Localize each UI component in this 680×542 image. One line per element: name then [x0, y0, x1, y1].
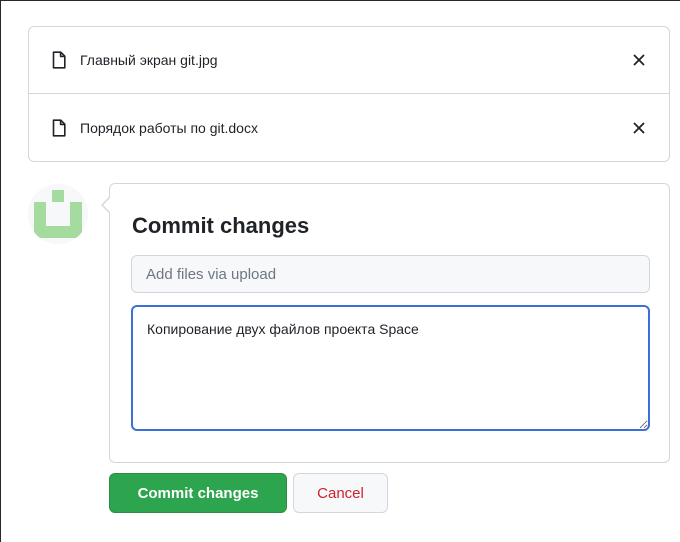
identicon-image [28, 184, 88, 244]
file-name: Главный экран git.jpg [80, 52, 218, 68]
file-row: Порядок работы по git.docx [29, 94, 669, 161]
close-icon[interactable] [631, 52, 647, 68]
commit-form: Commit changes Копирование двух файлов п… [101, 183, 670, 463]
file-icon [52, 51, 66, 69]
commit-summary-input[interactable] [131, 255, 650, 293]
file-row: Главный экран git.jpg [29, 27, 669, 94]
speech-caret-fill [103, 197, 111, 213]
commit-description-textarea[interactable]: Копирование двух файлов проекта Space [131, 305, 650, 431]
commit-title: Commit changes [132, 213, 310, 238]
cancel-button[interactable]: Cancel [293, 473, 388, 513]
window-frame: Главный экран git.jpg Порядок работы по … [0, 0, 680, 542]
file-name: Порядок работы по git.docx [80, 119, 258, 136]
commit-changes-button[interactable]: Commit changes [109, 473, 287, 513]
uploaded-files-list: Главный экран git.jpg Порядок работы по … [28, 26, 670, 162]
close-icon[interactable] [631, 120, 647, 136]
file-icon [52, 118, 66, 137]
avatar[interactable] [28, 184, 88, 244]
